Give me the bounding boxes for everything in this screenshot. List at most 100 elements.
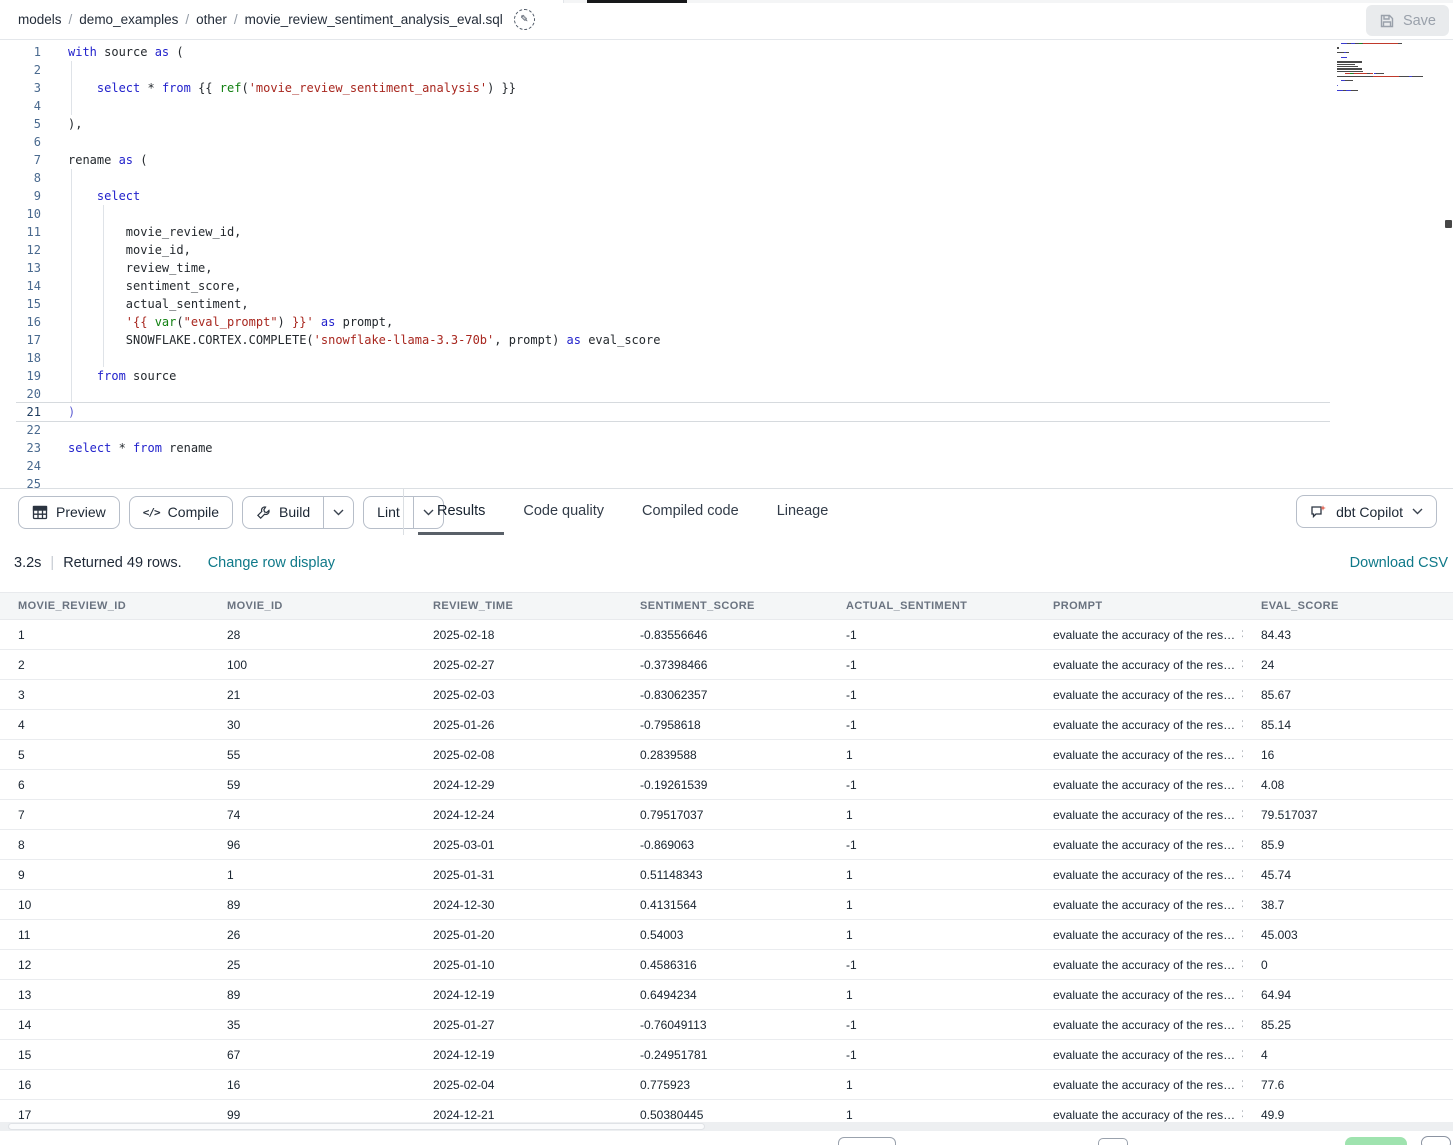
cell: 45.74 bbox=[1243, 868, 1453, 882]
prompt-preview-text: evaluate the accuracy of the res… bbox=[1053, 658, 1235, 672]
line-number: 7 bbox=[0, 151, 41, 169]
expand-prompt-icon[interactable]: > bbox=[1242, 928, 1243, 942]
cell: 0.6494234 bbox=[622, 988, 828, 1002]
prompt-preview-text: evaluate the accuracy of the res… bbox=[1053, 688, 1235, 702]
prompt-preview-text: evaluate the accuracy of the res… bbox=[1053, 1108, 1235, 1122]
expand-prompt-icon[interactable]: > bbox=[1242, 748, 1243, 762]
expand-prompt-icon[interactable]: > bbox=[1242, 688, 1243, 702]
horizontal-scrollbar[interactable] bbox=[0, 1122, 1453, 1131]
cell: 12 bbox=[0, 958, 209, 972]
change-row-display-link[interactable]: Change row display bbox=[208, 555, 335, 571]
query-status-row: 3.2s | Returned 49 rows. Change row disp… bbox=[0, 534, 1453, 592]
code-line: 5), bbox=[0, 115, 1453, 133]
build-button[interactable]: Build bbox=[243, 497, 323, 528]
expand-prompt-icon[interactable]: > bbox=[1242, 808, 1243, 822]
cell: -0.37398466 bbox=[622, 658, 828, 672]
line-number: 9 bbox=[0, 187, 41, 205]
cell: 7 bbox=[0, 808, 209, 822]
cell: 59 bbox=[209, 778, 415, 792]
top-tab-strip bbox=[0, 0, 1453, 3]
expand-prompt-icon[interactable]: > bbox=[1242, 1078, 1243, 1092]
dbt-copilot-button[interactable]: dbt Copilot bbox=[1296, 495, 1437, 528]
line-number: 3 bbox=[0, 79, 41, 97]
expand-prompt-icon[interactable]: > bbox=[1242, 958, 1243, 972]
indent-guide bbox=[103, 205, 104, 223]
editor-scrollbar-thumb[interactable] bbox=[1445, 220, 1452, 228]
tab-results[interactable]: Results bbox=[418, 489, 504, 535]
cell: 17 bbox=[0, 1108, 209, 1122]
line-number: 8 bbox=[0, 169, 41, 187]
lint-button[interactable]: Lint bbox=[364, 497, 413, 528]
prompt-preview-text: evaluate the accuracy of the res… bbox=[1053, 988, 1235, 1002]
prompt-preview-text: evaluate the accuracy of the res… bbox=[1053, 868, 1235, 882]
expand-prompt-icon[interactable]: > bbox=[1242, 628, 1243, 642]
indent-guide bbox=[71, 97, 72, 115]
results-tabs: ResultsCode qualityCompiled codeLineage bbox=[418, 489, 847, 535]
code-line: 15 actual_sentiment, bbox=[0, 295, 1453, 313]
prompt-cell: evaluate the accuracy of the res… > bbox=[1035, 988, 1243, 1002]
build-dropdown-toggle[interactable] bbox=[323, 497, 353, 528]
cell: 11 bbox=[0, 928, 209, 942]
breadcrumb-item: movie_review_sentiment_analysis_eval.sql bbox=[245, 12, 503, 27]
query-duration: 3.2s bbox=[14, 555, 41, 571]
cell: 2 bbox=[0, 658, 209, 672]
toolbar-divider bbox=[403, 489, 404, 535]
table-row: 8962025-03-01-0.869063-1evaluate the acc… bbox=[0, 830, 1453, 860]
code-text: rename as ( bbox=[68, 151, 147, 169]
cell: 1 bbox=[0, 628, 209, 642]
expand-prompt-icon[interactable]: > bbox=[1242, 1048, 1243, 1062]
cell: -1 bbox=[828, 1018, 1035, 1032]
table-row: 7742024-12-240.795170371evaluate the acc… bbox=[0, 800, 1453, 830]
line-number: 25 bbox=[0, 475, 41, 488]
save-button[interactable]: Save bbox=[1366, 5, 1449, 36]
expand-prompt-icon[interactable]: > bbox=[1242, 868, 1243, 882]
expand-prompt-icon[interactable]: > bbox=[1242, 1018, 1243, 1032]
expand-prompt-icon[interactable]: > bbox=[1242, 658, 1243, 672]
cell: 1 bbox=[828, 898, 1035, 912]
cell: 2025-01-27 bbox=[415, 1018, 622, 1032]
table-row: 3212025-02-03-0.83062357-1evaluate the a… bbox=[0, 680, 1453, 710]
expand-prompt-icon[interactable]: > bbox=[1242, 898, 1243, 912]
cell: 84.43 bbox=[1243, 628, 1453, 642]
breadcrumb: models/demo_examples/other/movie_review_… bbox=[18, 12, 503, 27]
cell: 6 bbox=[0, 778, 209, 792]
cell: -0.24951781 bbox=[622, 1048, 828, 1062]
compile-button[interactable]: </> Compile bbox=[129, 496, 233, 529]
breadcrumb-separator: / bbox=[234, 12, 238, 27]
statusbar-button-partial bbox=[1098, 1138, 1128, 1145]
horizontal-scrollbar-thumb[interactable] bbox=[8, 1123, 705, 1130]
tab-lineage[interactable]: Lineage bbox=[758, 489, 848, 535]
cell: 2025-02-18 bbox=[415, 628, 622, 642]
download-csv-link[interactable]: Download CSV bbox=[1350, 534, 1448, 592]
expand-prompt-icon[interactable]: > bbox=[1242, 718, 1243, 732]
cell: 85.9 bbox=[1243, 838, 1453, 852]
cell: 77.6 bbox=[1243, 1078, 1453, 1092]
tab-compiled-code[interactable]: Compiled code bbox=[623, 489, 758, 535]
code-text: ) bbox=[68, 403, 75, 421]
cell: 99 bbox=[209, 1108, 415, 1122]
prompt-cell: evaluate the accuracy of the res…> bbox=[1035, 958, 1243, 972]
expand-prompt-icon[interactable]: > bbox=[1242, 988, 1243, 1002]
cell: 2024-12-19 bbox=[415, 1048, 622, 1062]
line-number: 15 bbox=[0, 295, 41, 313]
preview-button[interactable]: Preview bbox=[18, 496, 120, 529]
column-header-sentiment_score: SENTIMENT_SCORE bbox=[622, 600, 828, 612]
cell: 4.08 bbox=[1243, 778, 1453, 792]
expand-prompt-icon[interactable]: > bbox=[1242, 1108, 1243, 1122]
cell: 2024-12-29 bbox=[415, 778, 622, 792]
line-number: 14 bbox=[0, 277, 41, 295]
code-text: actual_sentiment, bbox=[68, 295, 249, 313]
tab-code-quality[interactable]: Code quality bbox=[504, 489, 623, 535]
edit-filename-icon[interactable]: ✎ bbox=[514, 9, 535, 30]
top-strip-dark-segment bbox=[587, 0, 687, 3]
statusbar-green-pill-partial bbox=[1345, 1137, 1407, 1145]
table-row: 1282025-02-18-0.83556646-1evaluate the a… bbox=[0, 620, 1453, 650]
prompt-preview-text: evaluate the accuracy of the res… bbox=[1053, 838, 1235, 852]
editor-minimap[interactable] bbox=[1337, 38, 1441, 94]
expand-prompt-icon[interactable]: > bbox=[1242, 778, 1243, 792]
cell: 2024-12-24 bbox=[415, 808, 622, 822]
sql-code-editor[interactable]: 1with source as (23 select * from {{ ref… bbox=[0, 41, 1453, 488]
prompt-preview-text: evaluate the accuracy of the res… bbox=[1053, 1048, 1235, 1062]
expand-prompt-icon[interactable]: > bbox=[1242, 838, 1243, 852]
cell: 100 bbox=[209, 658, 415, 672]
